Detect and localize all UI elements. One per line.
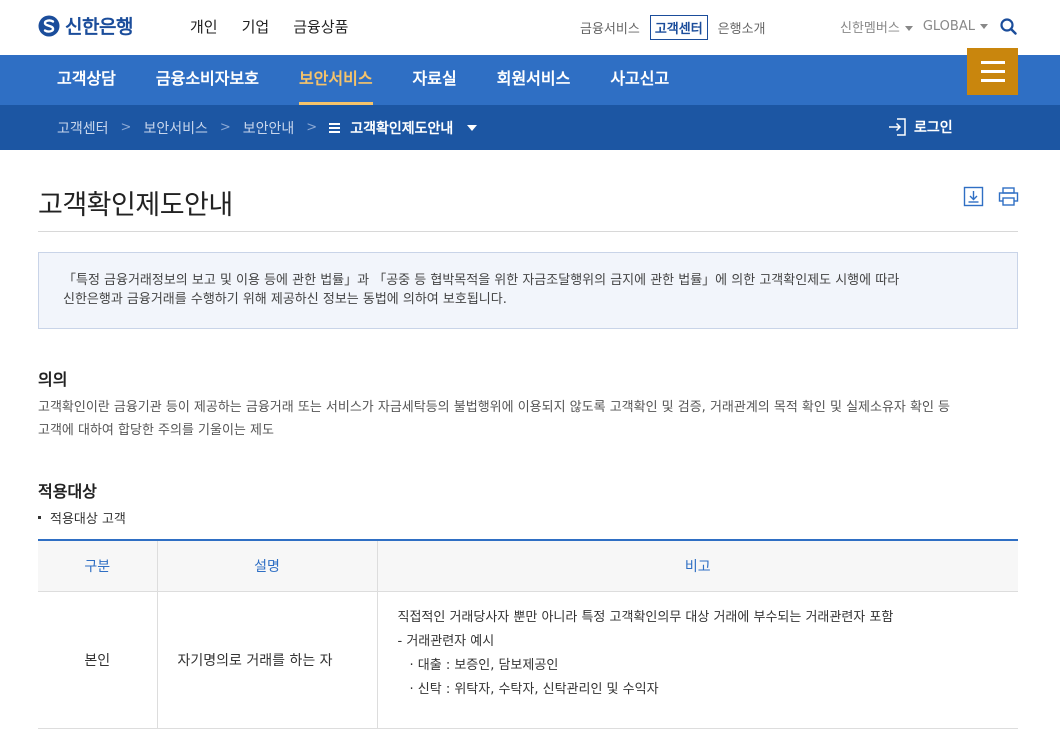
nav-member-service[interactable]: 회원서비스 [497,55,571,105]
utility-nav: 금융서비스 고객센터 은행소개 [580,15,766,40]
breadcrumb-bar: 고객센터 > 보안서비스 > 보안안내 > 고객확인제도안내 로그인 [0,105,1060,150]
remark-line-4: · 신탁 : 위탁자, 수탁자, 신탁관리인 및 수익자 [409,681,659,697]
print-icon[interactable] [998,186,1019,207]
nav-security-service[interactable]: 보안서비스 [298,55,373,105]
hamburger-menu-button[interactable] [967,48,1018,95]
nav-resources[interactable]: 자료실 [413,55,457,105]
bullet-icon [38,516,41,519]
nav-customer-consult[interactable]: 고객상담 [57,55,116,105]
breadcrumb: 고객센터 > 보안서비스 > 보안안내 > 고객확인제도안내 [57,105,478,150]
members-dropdown[interactable]: 신한멤버스 [840,17,913,36]
meaning-line-1: 고객확인이란 금융기관 등이 제공하는 금융거래 또는 서비스가 자금세탁등의 … [38,400,951,415]
remark-line-3: · 대출 : 보증인, 담보제공인 [409,657,559,673]
chevron-right-icon: > [306,120,318,135]
global-nav: 개인 기업 금융상품 [190,16,348,37]
chevron-right-icon: > [219,120,231,135]
gnb-corporate[interactable]: 기업 [242,16,270,37]
logo-text: 신한은행 [65,16,133,38]
util-bank-intro[interactable]: 은행소개 [718,18,766,37]
gnb-products[interactable]: 금융상품 [293,16,348,37]
members-label: 신한멤버스 [840,21,900,36]
breadcrumb-customer-center[interactable]: 고객센터 [57,118,109,138]
breadcrumb-current-label: 고객확인제도안내 [350,120,454,137]
row-remarks: 직접적인 거래당사자 뿐만 아니라 특정 고객확인의무 대상 거래에 부수되는 … [376,591,1018,729]
login-button[interactable]: 로그인 [888,117,953,137]
title-divider [38,231,1018,232]
shinhan-logo-icon [38,15,60,36]
breadcrumb-security-info[interactable]: 보안안내 [243,118,295,138]
util-customer-center[interactable]: 고객센터 [649,15,708,40]
hamburger-icon-line [980,79,1005,82]
bullet-item: 적용대상 고객 [38,508,126,527]
chevron-down-icon [979,24,988,29]
search-icon[interactable] [1000,18,1017,35]
section-text-meaning: 고객확인이란 금융기관 등이 제공하는 금융거래 또는 서비스가 자금세탁등의 … [38,396,1018,442]
row-category: 본인 [38,591,157,729]
global-label: GLOBAL [922,19,975,34]
gnb-personal[interactable]: 개인 [190,16,218,37]
header-description: 설명 [156,540,377,592]
login-label: 로그인 [914,120,953,136]
util-financial-services[interactable]: 금융서비스 [580,18,640,37]
chevron-right-icon: > [120,120,132,135]
page-tools [963,186,1019,207]
page-title: 고객확인제도안내 [38,190,233,221]
table-row: 본인 자기명의로 거래를 하는 자 직접적인 거래당사자 뿐만 아니라 특정 고… [38,591,1018,729]
notice-box: 「특정 금융거래정보의 보고 및 이용 등에 관한 법률」과 「공중 등 협박목… [38,252,1018,329]
global-dropdown[interactable]: GLOBAL [923,19,988,34]
download-icon[interactable] [963,186,984,207]
nav-consumer-protection[interactable]: 금융소비자보호 [156,55,259,105]
section-title-meaning: 의의 [38,370,68,389]
top-header: 신한은행 개인 기업 금융상품 금융서비스 고객센터 은행소개 신한멤버스 GL… [0,0,1060,55]
breadcrumb-current-dropdown[interactable]: 고객확인제도안내 [329,118,478,138]
breadcrumb-security-service[interactable]: 보안서비스 [143,118,207,138]
table-header-row: 구분 설명 비고 [38,540,1018,592]
meaning-line-2: 고객에 대하여 합당한 주의를 기울이는 제도 [38,423,274,438]
chevron-down-icon [904,26,913,31]
chevron-down-icon [467,124,478,131]
main-nav: 고객상담 금융소비자보호 보안서비스 자료실 회원서비스 사고신고 [0,55,1060,105]
section-title-target: 적용대상 [38,482,97,501]
bullet-text: 적용대상 고객 [50,512,126,527]
login-icon [889,118,906,136]
header-category: 구분 [38,540,157,592]
hamburger-icon-line [980,61,1005,64]
nav-accident-report[interactable]: 사고신고 [610,55,669,105]
main-nav-items: 고객상담 금융소비자보호 보안서비스 자료실 회원서비스 사고신고 [57,55,669,105]
utility-right: 신한멤버스 GLOBAL [840,17,988,36]
header-remarks: 비고 [376,540,1018,592]
hamburger-icon-line [980,70,1005,73]
shinhan-logo[interactable]: 신한은행 [38,12,133,39]
remark-line-2: - 거래관련자 예시 [397,633,495,649]
notice-line-2: 신한은행과 금융거래를 수행하기 위해 제공하신 정보는 동법에 의하여 보호됩… [63,292,507,307]
list-icon [329,122,341,133]
row-description: 자기명의로 거래를 하는 자 [156,591,377,729]
remark-line-1: 직접적인 거래당사자 뿐만 아니라 특정 고객확인의무 대상 거래에 부수되는 … [397,609,894,625]
target-table: 구분 설명 비고 본인 자기명의로 거래를 하는 자 직접적인 거래당사자 뿐만… [38,539,1018,729]
notice-line-1: 「특정 금융거래정보의 보고 및 이용 등에 관한 법률」과 「공중 등 협박목… [63,273,900,288]
